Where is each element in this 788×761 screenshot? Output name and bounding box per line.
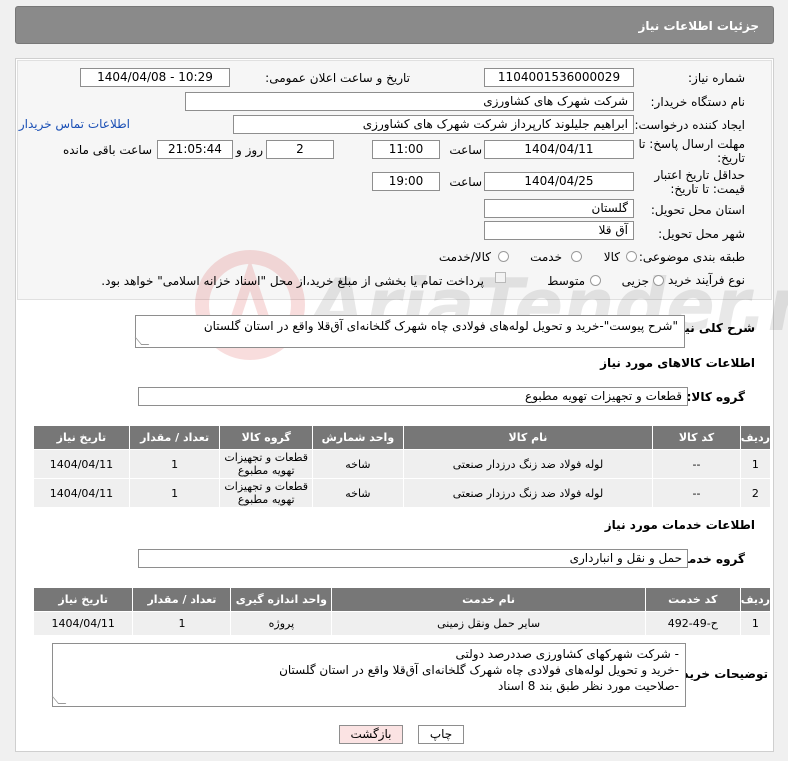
table-cell: 1404/04/11 — [32, 611, 134, 636]
province-label: استان محل تحویل: — [650, 203, 745, 217]
goods-group-field[interactable]: قطعات و تجهیزات تهویه مطبوع — [138, 387, 688, 406]
category-label: طبقه بندی موضوعی: — [638, 250, 745, 264]
services-table: ردیف کد خدمت نام خدمت واحد اندازه گیری ت… — [32, 587, 772, 636]
table-cell: قطعات و تجهیزات تهویه مطبوع — [219, 478, 314, 508]
table-cell: 1 — [128, 449, 221, 479]
goods-col-unit: واحد شمارش — [312, 425, 404, 450]
price-time-field[interactable]: 19:00 — [372, 172, 440, 191]
table-cell: سایر حمل ونقل زمینی — [331, 611, 646, 636]
print-button[interactable]: چاپ — [418, 725, 464, 744]
buyer-notes-line: - شرکت شهرکهای کشاورزی صددرصد دولتی — [455, 647, 679, 661]
goods-col-code: کد کالا — [652, 425, 741, 450]
province-field[interactable]: گلستان — [484, 199, 634, 218]
page-header: جزئیات اطلاعات نیاز — [15, 6, 774, 44]
services-table-header: ردیف کد خدمت نام خدمت واحد اندازه گیری ت… — [32, 587, 772, 612]
category-option-both: کالا/خدمت — [438, 250, 491, 264]
category-radio-service[interactable] — [571, 251, 582, 262]
summary-textarea[interactable]: "شرح پیوست"-خرید و تحویل لوله‌های فولادی… — [134, 315, 685, 348]
process-option-medium: متوسط — [547, 274, 585, 288]
table-cell: 1 — [739, 449, 772, 479]
table-cell: 1404/04/11 — [33, 478, 130, 508]
table-cell: 1 — [132, 611, 232, 636]
announce-datetime-label: تاریخ و ساعت اعلان عمومی: — [265, 71, 410, 85]
reply-time-field[interactable]: 11:00 — [372, 140, 440, 159]
services-col-qty: تعداد / مقدار — [132, 587, 232, 612]
buyer-org-label: نام دستگاه خریدار: — [650, 95, 746, 109]
need-number-field[interactable]: 1104001536000029 — [484, 68, 634, 87]
reply-time-label: ساعت — [449, 143, 482, 157]
category-radio-both[interactable] — [498, 251, 509, 262]
category-option-service: خدمت — [530, 250, 562, 264]
buyer-notes-textarea[interactable]: - شرکت شهرکهای کشاورزی صددرصد دولتی -خری… — [51, 643, 686, 707]
goods-col-name: نام کالا — [402, 425, 654, 450]
table-row[interactable]: 1 -- لوله فولاد ضد زنگ درزدار صنعتی شاخه… — [33, 449, 772, 479]
buyer-notes-line: -صلاحیت مورد نظر طبق بند 8 اسناد — [497, 679, 679, 693]
treasury-checkbox[interactable] — [495, 272, 506, 283]
back-button[interactable]: بازگشت — [339, 725, 403, 744]
goods-col-qty: تعداد / مقدار — [128, 425, 221, 450]
summary-text: "شرح پیوست"-خرید و تحویل لوله‌های فولادی… — [203, 319, 678, 333]
payment-note: پرداخت تمام یا بخشی از مبلغ خرید،از محل … — [101, 274, 484, 288]
services-col-row: ردیف — [739, 587, 772, 612]
buyer-org-field[interactable]: شرکت شهرک های کشاورزی — [185, 92, 634, 111]
goods-col-group: گروه کالا — [219, 425, 314, 450]
days-label: روز و — [236, 143, 263, 157]
buyer-notes-line: -خرید و تحویل لوله‌های فولادی چاه شهرک گ… — [279, 663, 679, 677]
services-col-unit: واحد اندازه گیری — [230, 587, 333, 612]
table-cell: 1 — [128, 478, 221, 508]
city-field[interactable]: آق قلا — [484, 221, 634, 240]
process-radio-medium[interactable] — [590, 275, 601, 286]
goods-section-title: اطلاعات کالاهای مورد نیاز — [600, 356, 755, 370]
resize-grip-icon[interactable] — [51, 696, 67, 704]
city-label: شهر محل تحویل: — [658, 227, 745, 241]
table-cell: پروژه — [230, 611, 333, 636]
buyer-contact-link[interactable]: اطلاعات تماس خریدار — [19, 117, 130, 131]
services-col-code: کد خدمت — [644, 587, 741, 612]
table-row[interactable]: 2 -- لوله فولاد ضد زنگ درزدار صنعتی شاخه… — [33, 478, 772, 508]
table-cell: -- — [652, 449, 741, 479]
remaining-label: ساعت باقی مانده — [62, 143, 152, 157]
price-validity-label: حداقل تاریخ اعتبار قیمت: تا تاریخ: — [654, 168, 745, 196]
goods-col-row: ردیف — [739, 425, 772, 450]
days-field[interactable]: 2 — [266, 140, 334, 159]
category-radio-goods[interactable] — [626, 251, 637, 262]
table-row[interactable]: 1 ح-49-492 سایر حمل ونقل زمینی پروژه 1 1… — [32, 611, 772, 636]
table-cell: ح-49-492 — [644, 611, 741, 636]
page-title: جزئیات اطلاعات نیاز — [638, 19, 759, 33]
goods-group-label: گروه کالا: — [686, 390, 745, 404]
creator-label: ایجاد کننده درخواست: — [634, 118, 745, 132]
services-col-name: نام خدمت — [331, 587, 646, 612]
services-section-title: اطلاعات خدمات مورد نیاز — [604, 518, 755, 532]
goods-table: ردیف کد کالا نام کالا واحد شمارش گروه کا… — [33, 425, 772, 508]
need-number-label: شماره نیاز: — [688, 71, 745, 85]
process-option-partial: جزیی — [621, 274, 649, 288]
table-cell: شاخه — [312, 449, 404, 479]
goods-col-date: تاریخ نیاز — [33, 425, 130, 450]
table-cell: لوله فولاد ضد زنگ درزدار صنعتی — [402, 478, 654, 508]
goods-table-header: ردیف کد کالا نام کالا واحد شمارش گروه کا… — [33, 425, 772, 450]
creator-field[interactable]: ابراهیم جلیلوند کارپرداز شرکت شهرک های ک… — [233, 115, 634, 134]
price-time-label: ساعت — [449, 175, 482, 189]
table-cell: شاخه — [312, 478, 404, 508]
table-cell: 2 — [739, 478, 772, 508]
table-cell: 1404/04/11 — [33, 449, 130, 479]
reply-deadline-label: مهلت ارسال پاسخ: تا تاریخ: — [638, 137, 745, 165]
price-date-field[interactable]: 1404/04/25 — [484, 172, 634, 191]
resize-grip-icon[interactable] — [134, 337, 150, 345]
services-col-date: تاریخ نیاز — [32, 587, 134, 612]
process-type-label: نوع فرآیند خرید : — [660, 273, 745, 287]
table-cell: قطعات و تجهیزات تهویه مطبوع — [219, 449, 314, 479]
services-group-field[interactable]: حمل و نقل و انبارداری — [138, 549, 688, 568]
table-cell: 1 — [739, 611, 772, 636]
table-cell: لوله فولاد ضد زنگ درزدار صنعتی — [402, 449, 654, 479]
reply-date-field[interactable]: 1404/04/11 — [484, 140, 634, 159]
process-radio-partial[interactable] — [653, 275, 664, 286]
announce-datetime-field[interactable]: 1404/04/08 - 10:29 — [80, 68, 230, 87]
category-option-goods: کالا — [603, 250, 620, 264]
remaining-time-field[interactable]: 21:05:44 — [157, 140, 233, 159]
table-cell: -- — [652, 478, 741, 508]
